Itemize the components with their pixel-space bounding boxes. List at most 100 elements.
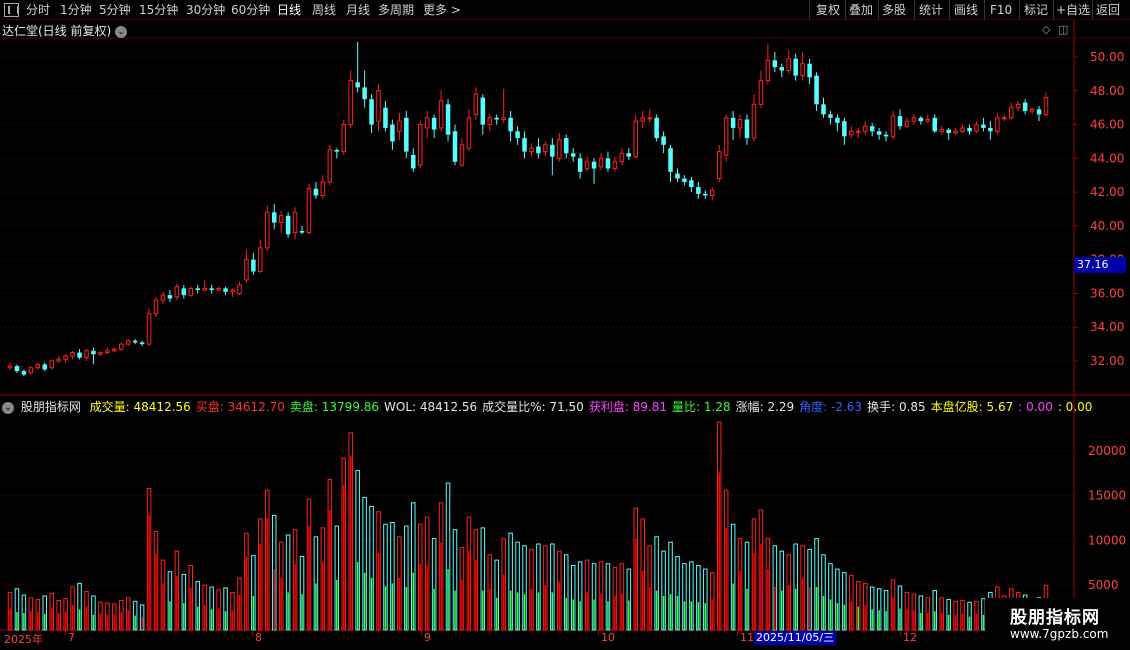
cursor-date-tag: 2025/11/05/三 (754, 631, 837, 645)
volume-inner-bar (169, 601, 171, 630)
indicator-name[interactable]: 股朋指标网 (21, 400, 81, 414)
indicator-value-0: 成交量: 48412.56 (89, 400, 191, 414)
candle-body (689, 180, 694, 188)
candle-body (703, 193, 708, 196)
candle-body (744, 119, 750, 139)
candle-body (591, 161, 597, 169)
candle-body (1043, 97, 1049, 115)
price-tick-label: 32.00 (1090, 354, 1124, 368)
candle-body (876, 131, 882, 135)
candle-body (431, 117, 437, 130)
candle-body (1002, 117, 1007, 120)
chart-grid: 50.0048.0046.0044.0042.0040.0038.0036.00… (0, 20, 1130, 650)
candle-body (1008, 107, 1014, 119)
volume-tick-label: 20000 (1088, 444, 1126, 458)
candle-body (223, 288, 228, 292)
volume-inner-bar (968, 616, 971, 630)
candle-body (383, 107, 388, 128)
candle-body (654, 117, 659, 139)
candle-body (807, 63, 812, 78)
volume-inner-bar (245, 556, 248, 630)
stock-title-bar[interactable]: 达仁堂(日线 前复权) ⌄ (2, 22, 128, 39)
volume-inner-bar (927, 612, 929, 630)
volume-inner-bar (349, 456, 352, 630)
date-tick-label: 11 (740, 631, 754, 644)
volume-inner-bar (530, 588, 533, 630)
candle-body (995, 117, 1000, 132)
candle-body (49, 360, 54, 369)
price-tick-label: 42.00 (1090, 185, 1124, 199)
volume-inner-bar (572, 599, 574, 630)
volume-inner-bar (558, 581, 561, 630)
price-tick-label: 50.00 (1090, 50, 1124, 64)
indicator-value-2: 卖盘: 13799.86 (289, 400, 380, 414)
volume-inner-bar (836, 603, 839, 630)
candle-body (772, 60, 778, 68)
volume-inner-bar (50, 607, 53, 630)
date-tick (252, 630, 253, 636)
volume-inner-bar (906, 609, 908, 630)
volume-inner-bar (920, 612, 922, 630)
volume-inner-bar (961, 613, 964, 630)
candle-body (369, 99, 374, 125)
candle-body (543, 144, 548, 153)
volume-inner-bar (196, 606, 199, 630)
stock-title: 达仁堂(日线 前复权) (2, 24, 112, 38)
volume-inner-bar (127, 610, 129, 630)
candle-body (77, 352, 82, 358)
volume-inner-bar (301, 594, 303, 630)
candle-body (529, 147, 534, 153)
volume-inner-bar (523, 594, 526, 630)
date-tick (737, 630, 738, 636)
volume-inner-bar (370, 578, 373, 630)
kline-chart[interactable]: 50.0048.0046.0044.0042.0040.0038.0036.00… (0, 0, 1130, 650)
volume-inner-bar (440, 542, 442, 630)
volume-inner-bar (628, 600, 630, 630)
candle-body (737, 118, 743, 129)
candle-body (417, 124, 423, 166)
volume-inner-bar (662, 595, 665, 630)
candle-body (105, 350, 110, 354)
diamond-icon[interactable]: ◇ (1042, 23, 1050, 36)
volume-inner-bar (99, 613, 102, 630)
candle-body (619, 152, 625, 163)
candle-body (35, 363, 41, 369)
candle-body (709, 189, 715, 196)
volume-inner-bar (57, 612, 60, 630)
chevron-down-icon[interactable]: ⌄ (2, 401, 14, 414)
volume-inner-bar (71, 604, 74, 630)
candle-body (341, 124, 347, 153)
volume-inner-bar (391, 583, 394, 630)
candle-body (890, 115, 896, 137)
volume-inner-bar (294, 563, 296, 630)
candle-body (188, 287, 194, 296)
volume-inner-bar (78, 609, 81, 630)
candle-body (411, 154, 416, 169)
candle-body (459, 144, 465, 166)
candle-body (230, 289, 235, 293)
candle-body (320, 181, 326, 196)
volume-inner-bar (607, 601, 609, 630)
indicator-value-4: 成交量比%: 71.50 (482, 400, 584, 414)
candle-body (793, 58, 798, 76)
volume-inner-bar (892, 597, 894, 630)
window-icon[interactable]: ◫ (1058, 23, 1068, 36)
date-tick-label: 12 (903, 631, 917, 644)
candle-body (494, 117, 499, 120)
volume-inner-bar (363, 572, 366, 630)
candle-body (28, 367, 34, 374)
date-tick (900, 630, 901, 636)
candle-body (758, 80, 764, 105)
volume-inner-bar (502, 574, 505, 630)
candle-body (63, 355, 68, 360)
candle-body (835, 117, 840, 123)
candle-body (181, 288, 187, 296)
volume-inner-bar (9, 608, 11, 630)
volume-inner-bar (565, 597, 568, 630)
volume-inner-bar (760, 544, 762, 630)
chevron-down-icon[interactable]: ⌄ (115, 25, 128, 38)
candle-body (397, 120, 402, 132)
volume-inner-bar (405, 587, 408, 630)
volume-inner-bar (704, 603, 707, 630)
candle-body (292, 211, 298, 234)
